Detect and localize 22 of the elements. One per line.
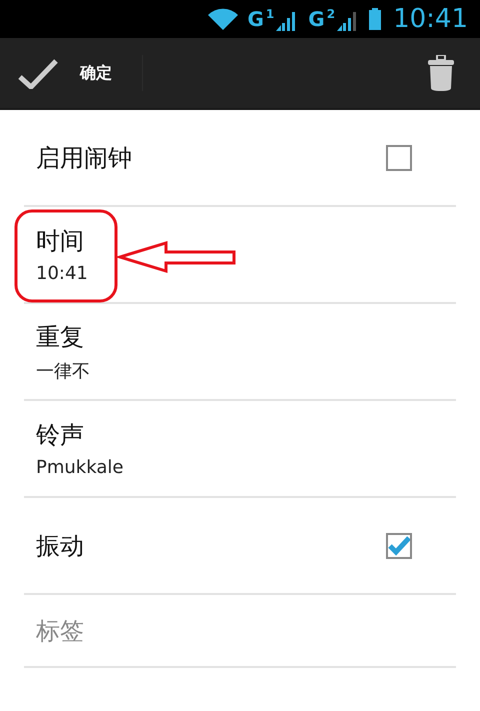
setting-title[interactable]: 重复 bbox=[36, 320, 90, 352]
battery-icon bbox=[369, 8, 382, 30]
confirm-button[interactable]: 确定 bbox=[0, 55, 143, 91]
checkmark-icon bbox=[388, 534, 410, 556]
label-field[interactable]: 标签 bbox=[36, 616, 336, 644]
network-type: G bbox=[308, 7, 325, 31]
network-type: G bbox=[248, 7, 264, 31]
setting-label: 振动 bbox=[36, 530, 84, 562]
setting-title[interactable]: 铃声 bbox=[36, 419, 124, 451]
trash-icon[interactable] bbox=[428, 55, 454, 91]
wifi-icon bbox=[208, 8, 238, 30]
sim-slot: 1 bbox=[266, 7, 274, 21]
setting-label: 启用闹钟 bbox=[36, 142, 132, 174]
setting-value: 一律不 bbox=[36, 360, 90, 382]
checkmark-icon bbox=[18, 57, 58, 89]
setting-value: Pmukkale bbox=[36, 457, 124, 478]
sim-slot: 2 bbox=[326, 7, 336, 21]
checkbox[interactable] bbox=[386, 532, 412, 558]
setting-value: 10:41 bbox=[36, 263, 88, 284]
setting-title[interactable]: 时间 bbox=[36, 225, 88, 257]
checkbox[interactable] bbox=[386, 144, 412, 170]
clock: 10:41 bbox=[393, 4, 468, 34]
